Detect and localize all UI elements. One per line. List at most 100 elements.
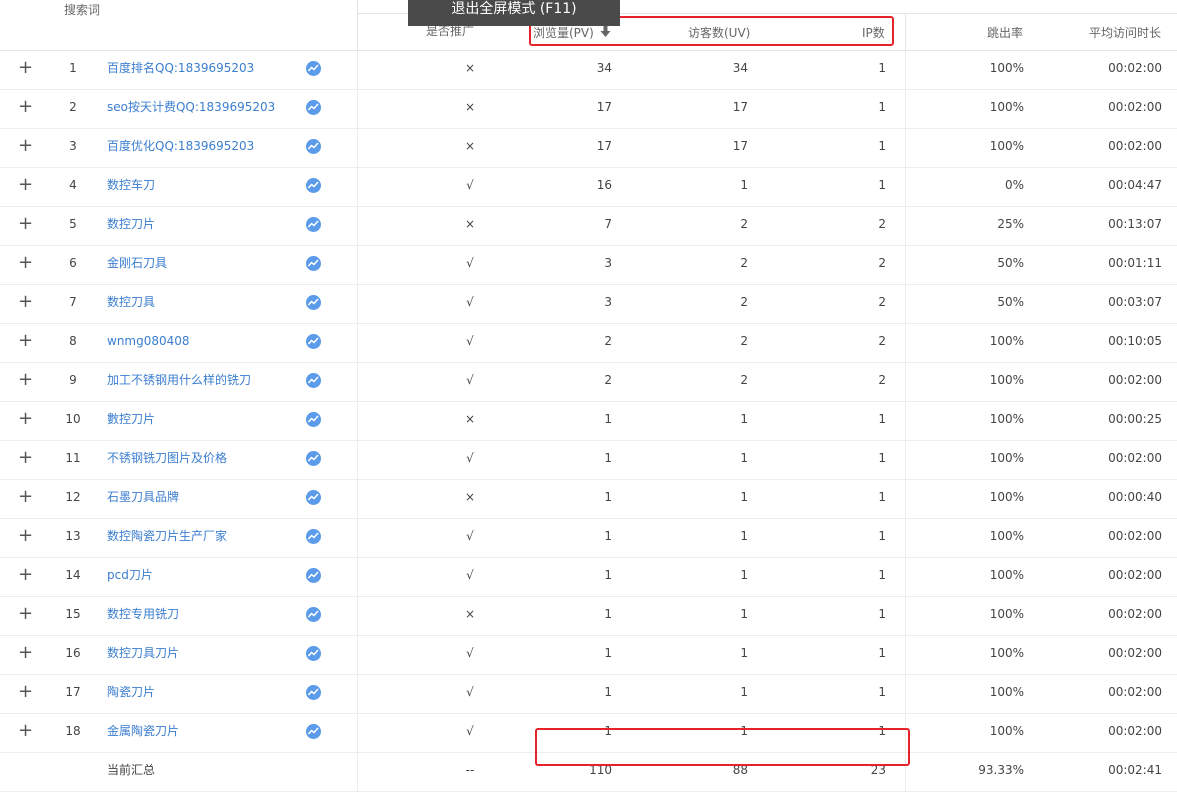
trend-chart-icon[interactable] bbox=[306, 373, 321, 388]
cell-uv: 1 bbox=[740, 451, 748, 465]
trend-chart-icon[interactable] bbox=[306, 607, 321, 622]
cell-pv: 2 bbox=[604, 373, 612, 387]
trend-chart-icon[interactable] bbox=[306, 256, 321, 271]
row-index: 18 bbox=[65, 724, 81, 738]
trend-chart-icon[interactable] bbox=[306, 295, 321, 310]
keyword-link[interactable]: pcd刀片 bbox=[107, 558, 153, 592]
cell-duration: 00:02:00 bbox=[1108, 373, 1162, 387]
cell-promoted: √ bbox=[466, 685, 474, 699]
expand-plus-icon[interactable]: + bbox=[18, 363, 33, 397]
table-row: +15 数控专用铣刀 × 1 1 1 100% 00:02:00 bbox=[0, 597, 1177, 636]
cell-promoted: × bbox=[464, 490, 476, 504]
trend-chart-icon[interactable] bbox=[306, 100, 321, 115]
cell-ip: 1 bbox=[878, 61, 886, 75]
keyword-link[interactable]: 数控刀片 bbox=[107, 207, 155, 241]
header-duration[interactable]: 平均访问时长 bbox=[1089, 24, 1161, 41]
cell-pv: 1 bbox=[604, 529, 612, 543]
expand-plus-icon[interactable]: + bbox=[18, 480, 33, 514]
expand-plus-icon[interactable]: + bbox=[18, 285, 33, 319]
cell-ip: 1 bbox=[878, 178, 886, 192]
cell-duration: 00:02:00 bbox=[1108, 61, 1162, 75]
expand-plus-icon[interactable]: + bbox=[18, 324, 33, 358]
cell-ip: 1 bbox=[878, 451, 886, 465]
trend-chart-icon[interactable] bbox=[306, 412, 321, 427]
trend-chart-icon[interactable] bbox=[306, 334, 321, 349]
cell-pv: 1 bbox=[604, 685, 612, 699]
cell-pv: 1 bbox=[604, 646, 612, 660]
cell-promoted: √ bbox=[466, 295, 474, 309]
total-bounce: 93.33% bbox=[978, 763, 1024, 777]
keyword-link[interactable]: seo按天计费QQ:1839695203 bbox=[107, 90, 275, 124]
table-row: +3 百度优化QQ:1839695203 × 17 17 1 100% 00:02:00 bbox=[0, 129, 1177, 168]
exit-fullscreen-banner[interactable]: 退出全屏模式 (F11) bbox=[408, 0, 620, 26]
cell-uv: 1 bbox=[740, 412, 748, 426]
expand-plus-icon[interactable]: + bbox=[18, 246, 33, 280]
keyword-link[interactable]: 百度排名QQ:1839695203 bbox=[107, 51, 254, 85]
cell-pv: 3 bbox=[604, 256, 612, 270]
keyword-link[interactable]: 陶瓷刀片 bbox=[107, 675, 155, 709]
trend-chart-icon[interactable] bbox=[306, 217, 321, 232]
cell-bounce: 100% bbox=[989, 490, 1024, 504]
expand-plus-icon[interactable]: + bbox=[18, 51, 33, 85]
cell-promoted: √ bbox=[466, 724, 474, 738]
total-promoted: -- bbox=[465, 763, 475, 777]
keyword-link[interactable]: 数控专用铣刀 bbox=[107, 597, 179, 631]
keyword-link[interactable]: 加工不锈钢用什么样的铣刀 bbox=[107, 363, 251, 397]
header-bounce[interactable]: 跳出率 bbox=[987, 24, 1023, 41]
table-row: +16 数控刀具刀片 √ 1 1 1 100% 00:02:00 bbox=[0, 636, 1177, 675]
keyword-link[interactable]: 数控陶瓷刀片生产厂家 bbox=[107, 519, 227, 553]
expand-plus-icon[interactable]: + bbox=[18, 129, 33, 163]
cell-promoted: × bbox=[464, 412, 476, 426]
expand-plus-icon[interactable]: + bbox=[18, 597, 33, 631]
cell-promoted: √ bbox=[466, 646, 474, 660]
cell-duration: 00:00:40 bbox=[1108, 490, 1162, 504]
keyword-link[interactable]: 金刚石刀具 bbox=[107, 246, 167, 280]
trend-chart-icon[interactable] bbox=[306, 139, 321, 154]
row-index: 8 bbox=[69, 334, 77, 348]
expand-plus-icon[interactable]: + bbox=[18, 636, 33, 670]
trend-chart-icon[interactable] bbox=[306, 568, 321, 583]
keyword-link[interactable]: 数控车刀 bbox=[107, 168, 155, 202]
cell-bounce: 25% bbox=[997, 217, 1024, 231]
keyword-link[interactable]: 数控刀具刀片 bbox=[107, 636, 179, 670]
cell-pv: 1 bbox=[604, 490, 612, 504]
keyword-link[interactable]: 百度优化QQ:1839695203 bbox=[107, 129, 254, 163]
cell-bounce: 100% bbox=[989, 568, 1024, 582]
expand-plus-icon[interactable]: + bbox=[18, 402, 33, 436]
cell-uv: 2 bbox=[740, 295, 748, 309]
keyword-link[interactable]: 數控刀片 bbox=[107, 402, 155, 436]
keyword-link[interactable]: 不锈钢铣刀图片及价格 bbox=[107, 441, 227, 475]
trend-chart-icon[interactable] bbox=[306, 646, 321, 661]
expand-plus-icon[interactable]: + bbox=[18, 168, 33, 202]
trend-chart-icon[interactable] bbox=[306, 451, 321, 466]
keyword-link[interactable]: 石墨刀具品牌 bbox=[107, 480, 179, 514]
expand-plus-icon[interactable]: + bbox=[18, 90, 33, 124]
trend-chart-icon[interactable] bbox=[306, 490, 321, 505]
row-index: 6 bbox=[69, 256, 77, 270]
keyword-link[interactable]: wnmg080408 bbox=[107, 324, 190, 358]
cell-uv: 17 bbox=[732, 100, 748, 114]
cell-duration: 00:02:00 bbox=[1108, 724, 1162, 738]
row-index: 5 bbox=[69, 217, 77, 231]
trend-chart-icon[interactable] bbox=[306, 724, 321, 739]
table-row: +8 wnmg080408 √ 2 2 2 100% 00:10:05 bbox=[0, 324, 1177, 363]
trend-chart-icon[interactable] bbox=[306, 529, 321, 544]
expand-plus-icon[interactable]: + bbox=[18, 207, 33, 241]
cell-bounce: 100% bbox=[989, 529, 1024, 543]
expand-plus-icon[interactable]: + bbox=[18, 675, 33, 709]
expand-plus-icon[interactable]: + bbox=[18, 558, 33, 592]
trend-chart-icon[interactable] bbox=[306, 61, 321, 76]
expand-plus-icon[interactable]: + bbox=[18, 519, 33, 553]
cell-uv: 1 bbox=[740, 607, 748, 621]
cell-ip: 2 bbox=[878, 256, 886, 270]
cell-duration: 00:00:25 bbox=[1108, 412, 1162, 426]
expand-plus-icon[interactable]: + bbox=[18, 441, 33, 475]
trend-chart-icon[interactable] bbox=[306, 685, 321, 700]
trend-chart-icon[interactable] bbox=[306, 178, 321, 193]
cell-pv: 17 bbox=[596, 139, 612, 153]
expand-plus-icon[interactable]: + bbox=[18, 714, 33, 748]
cell-bounce: 50% bbox=[997, 295, 1024, 309]
keyword-link[interactable]: 金属陶瓷刀片 bbox=[107, 714, 179, 748]
cell-uv: 2 bbox=[740, 334, 748, 348]
keyword-link[interactable]: 数控刀具 bbox=[107, 285, 155, 319]
